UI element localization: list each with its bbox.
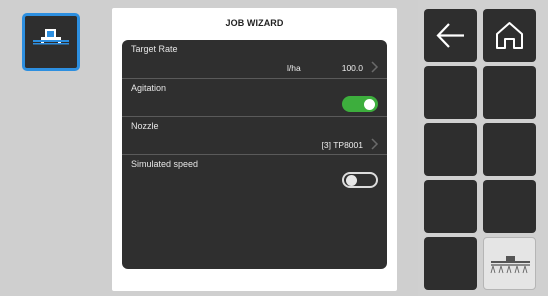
softkey-right-2[interactable] — [483, 66, 536, 119]
softkey-right-3[interactable] — [483, 123, 536, 176]
chevron-right-icon — [371, 138, 379, 150]
sprayer-icon — [33, 29, 69, 45]
softkey-right-4[interactable] — [483, 180, 536, 233]
nozzle-value: [3] TP8001 — [321, 140, 363, 150]
agitation-label: Agitation — [131, 83, 167, 93]
settings-list: Target Rate l/ha 100.0 Agitation Nozzle … — [122, 40, 387, 269]
target-rate-value: 100.0 — [341, 63, 363, 73]
row-agitation: Agitation — [122, 79, 387, 117]
sprayer-boom-icon — [490, 256, 530, 274]
home-icon — [496, 22, 523, 49]
softkey-left-4[interactable] — [424, 180, 477, 233]
page-title: JOB WIZARD — [225, 18, 284, 28]
toggle-knob — [364, 98, 375, 110]
row-target-rate[interactable]: Target Rate l/ha 100.0 — [122, 40, 387, 79]
nozzle-label: Nozzle — [131, 121, 159, 131]
boom-sections-button[interactable] — [483, 237, 536, 290]
simulated-speed-label: Simulated speed — [131, 159, 199, 169]
home-button[interactable] — [483, 9, 536, 62]
target-rate-unit: l/ha — [287, 63, 301, 73]
simulated-speed-toggle[interactable] — [342, 172, 378, 188]
sprayer-app-icon-button[interactable] — [22, 13, 80, 71]
arrow-left-icon — [436, 23, 464, 48]
softkey-left-5[interactable] — [424, 237, 477, 290]
left-frame — [0, 0, 14, 296]
row-nozzle[interactable]: Nozzle [3] TP8001 — [122, 117, 387, 155]
chevron-right-icon — [371, 61, 379, 73]
toggle-knob — [346, 175, 357, 186]
row-simulated-speed: Simulated speed — [122, 155, 387, 195]
job-wizard-panel: JOB WIZARD Target Rate l/ha 100.0 Agitat… — [112, 8, 397, 291]
back-button[interactable] — [424, 9, 477, 62]
softkey-left-2[interactable] — [424, 66, 477, 119]
softkey-left-3[interactable] — [424, 123, 477, 176]
agitation-toggle[interactable] — [342, 96, 378, 112]
target-rate-label: Target Rate — [131, 44, 178, 54]
